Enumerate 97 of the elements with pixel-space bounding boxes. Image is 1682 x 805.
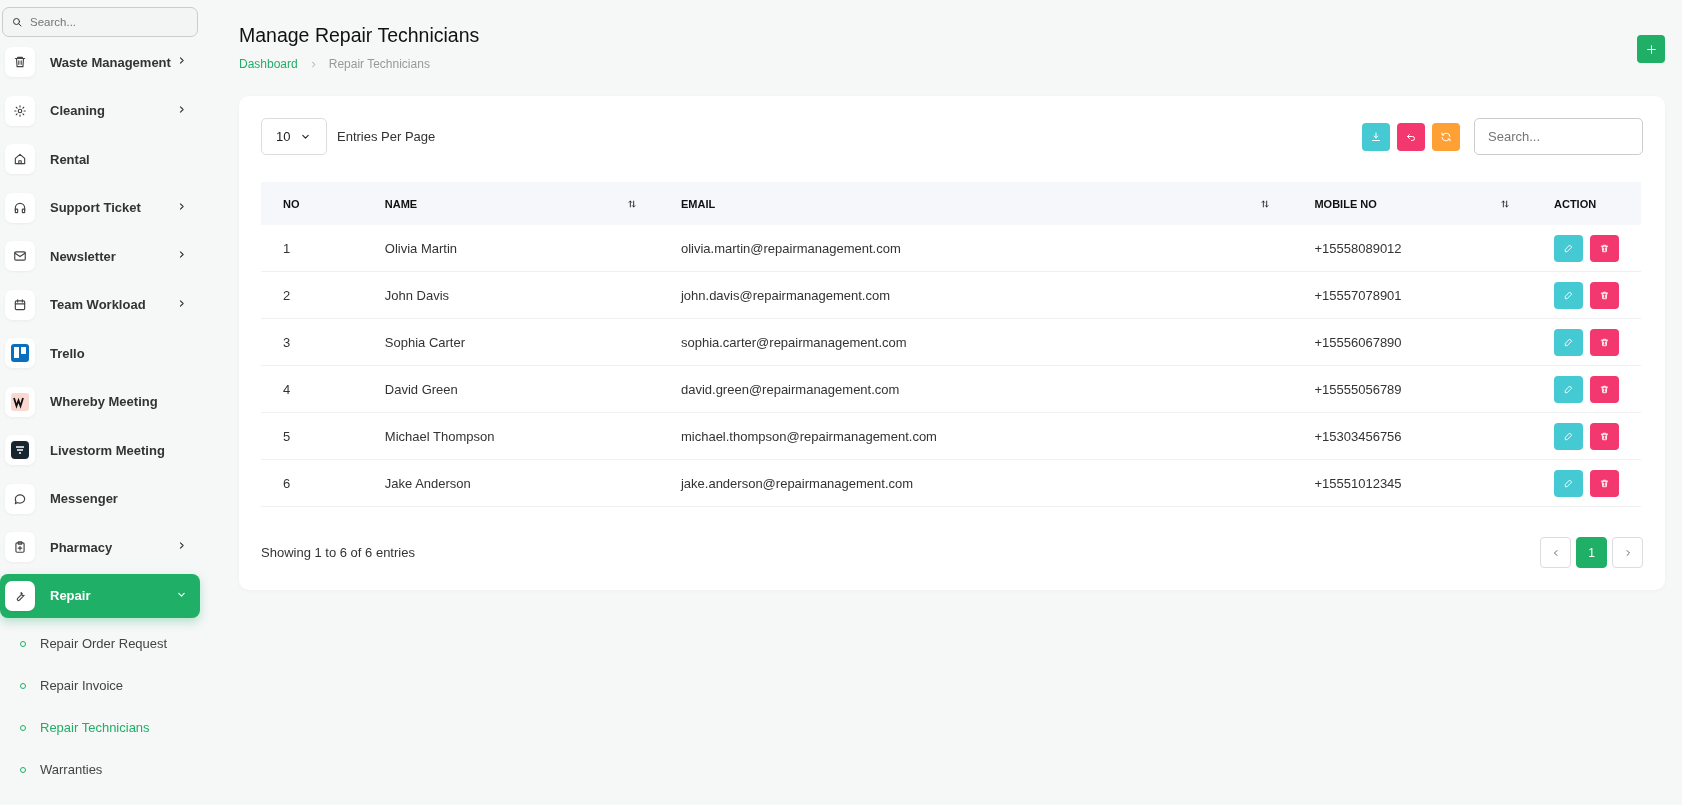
table-cell: 1: [283, 240, 291, 256]
submenu-item[interactable]: Warranties: [40, 762, 103, 777]
pencil-icon: [1563, 336, 1574, 348]
submenu-item[interactable]: Repair Invoice: [40, 678, 124, 693]
sidebar-item[interactable]: Waste Management: [0, 38, 200, 87]
pencil-icon: [1563, 383, 1574, 395]
download-icon: [1370, 130, 1382, 143]
table-cell: John Davis: [384, 287, 450, 303]
edit-button[interactable]: [1554, 328, 1583, 356]
chat-box-icon: [11, 441, 29, 460]
table-cell: Michael Thompson: [384, 428, 495, 444]
sun-icon: [13, 103, 27, 118]
entries-label: Entries Per Page: [337, 129, 436, 144]
edit-button[interactable]: [1554, 422, 1583, 450]
edit-button[interactable]: [1554, 375, 1583, 403]
pencil-icon: [1563, 430, 1574, 442]
table-cell: Jake Anderson: [384, 475, 471, 491]
trash-icon: [1599, 477, 1610, 489]
table-search-field[interactable]: Search...: [1474, 118, 1643, 155]
delete-button[interactable]: [1590, 281, 1619, 309]
undo-button[interactable]: [1397, 122, 1425, 151]
board-icon: [11, 344, 29, 363]
trash-icon: [1599, 383, 1610, 395]
sort-icon: [626, 198, 637, 209]
delete-button[interactable]: [1590, 328, 1619, 356]
sort-icon: [1260, 198, 1271, 209]
submenu-item[interactable]: Repair Order Request: [40, 636, 168, 651]
table-cell: +15303456756: [1314, 428, 1402, 444]
edit-button[interactable]: [1554, 281, 1583, 309]
headphones-icon: [13, 200, 27, 215]
sidebar-item[interactable]: Newsletter: [0, 232, 200, 281]
trash-icon: [1599, 289, 1610, 301]
download-button[interactable]: [1362, 122, 1390, 151]
sidebar-item[interactable]: Pharmacy: [0, 523, 200, 572]
table-cell: 6: [283, 475, 291, 491]
plus-icon: [1644, 42, 1658, 56]
table-cell: 3: [283, 334, 291, 350]
column-header: ACTION: [1554, 197, 1597, 210]
column-header: NAME: [384, 197, 418, 210]
table-cell: +15551012345: [1314, 475, 1402, 491]
chat-bubble-icon: [13, 491, 27, 506]
trash-icon: [1599, 242, 1610, 254]
table-cell: jake.anderson@repairmanagement.com: [680, 475, 914, 491]
refresh-button[interactable]: [1432, 122, 1460, 151]
delete-button[interactable]: [1590, 234, 1619, 262]
trash-icon: [1599, 430, 1610, 442]
delete-button[interactable]: [1590, 375, 1619, 403]
breadcrumb-current: Repair Technicians: [328, 57, 430, 71]
page-title: Manage Repair Technicians: [239, 24, 480, 47]
table-cell: +15558089012: [1314, 240, 1402, 256]
table-cell: 4: [283, 381, 291, 397]
pencil-icon: [1563, 242, 1574, 254]
table-cell: +15556067890: [1314, 334, 1402, 350]
sidebar-item[interactable]: Support Ticket: [0, 183, 200, 232]
edit-button[interactable]: [1554, 469, 1583, 497]
sidebar-item[interactable]: Cleaning: [0, 86, 200, 135]
table-cell: olivia.martin@repairmanagement.com: [680, 240, 901, 256]
table-cell: david.green@repairmanagement.com: [680, 381, 900, 397]
next-page-button[interactable]: [1612, 537, 1643, 568]
table-cell: 5: [283, 428, 291, 444]
home-icon: [13, 152, 27, 167]
w-logo-icon: [11, 392, 29, 411]
sidebar-item[interactable]: Rental: [0, 135, 200, 184]
table-cell: sophia.carter@repairmanagement.com: [680, 334, 907, 350]
clipboard-icon: [13, 540, 27, 555]
sidebar-item[interactable]: Messenger: [0, 474, 200, 523]
pencil-icon: [1563, 289, 1574, 301]
table-cell: +15555056789: [1314, 381, 1402, 397]
sidebar-item[interactable]: Trello: [0, 329, 200, 378]
trash-icon: [13, 55, 27, 70]
refresh-icon: [1440, 130, 1452, 143]
add-button[interactable]: [1637, 35, 1665, 63]
pencil-icon: [1563, 477, 1574, 489]
sidebar-search-field[interactable]: Search...: [2, 7, 198, 37]
entries-summary: Showing 1 to 6 of 6 entries: [261, 545, 415, 560]
table-cell: +15557078901: [1314, 287, 1402, 303]
trash-icon: [1599, 336, 1610, 348]
table-cell: 2: [283, 287, 291, 303]
sort-icon: [1500, 198, 1510, 209]
column-header: EMAIL: [680, 197, 716, 210]
column-header: MOBILE NO: [1314, 197, 1377, 210]
delete-button[interactable]: [1590, 422, 1619, 450]
table-cell: michael.thompson@repairmanagement.com: [680, 428, 937, 444]
table-cell: David Green: [384, 381, 458, 397]
sidebar-item[interactable]: Team Workload: [0, 280, 200, 329]
column-header: NO: [283, 197, 300, 210]
table-cell: Sophia Carter: [384, 334, 466, 350]
delete-button[interactable]: [1590, 469, 1619, 497]
sidebar-item[interactable]: Livestorm Meeting: [0, 426, 200, 475]
mail-icon: [13, 249, 27, 264]
sidebar-item[interactable]: Whereby Meeting: [0, 377, 200, 426]
table-cell: Olivia Martin: [384, 240, 458, 256]
previous-page-button[interactable]: [1540, 537, 1571, 568]
table-cell: john.davis@repairmanagement.com: [680, 287, 890, 303]
edit-button[interactable]: [1554, 234, 1583, 262]
calendar-icon: [13, 297, 27, 312]
entries-select[interactable]: 10: [261, 118, 327, 155]
